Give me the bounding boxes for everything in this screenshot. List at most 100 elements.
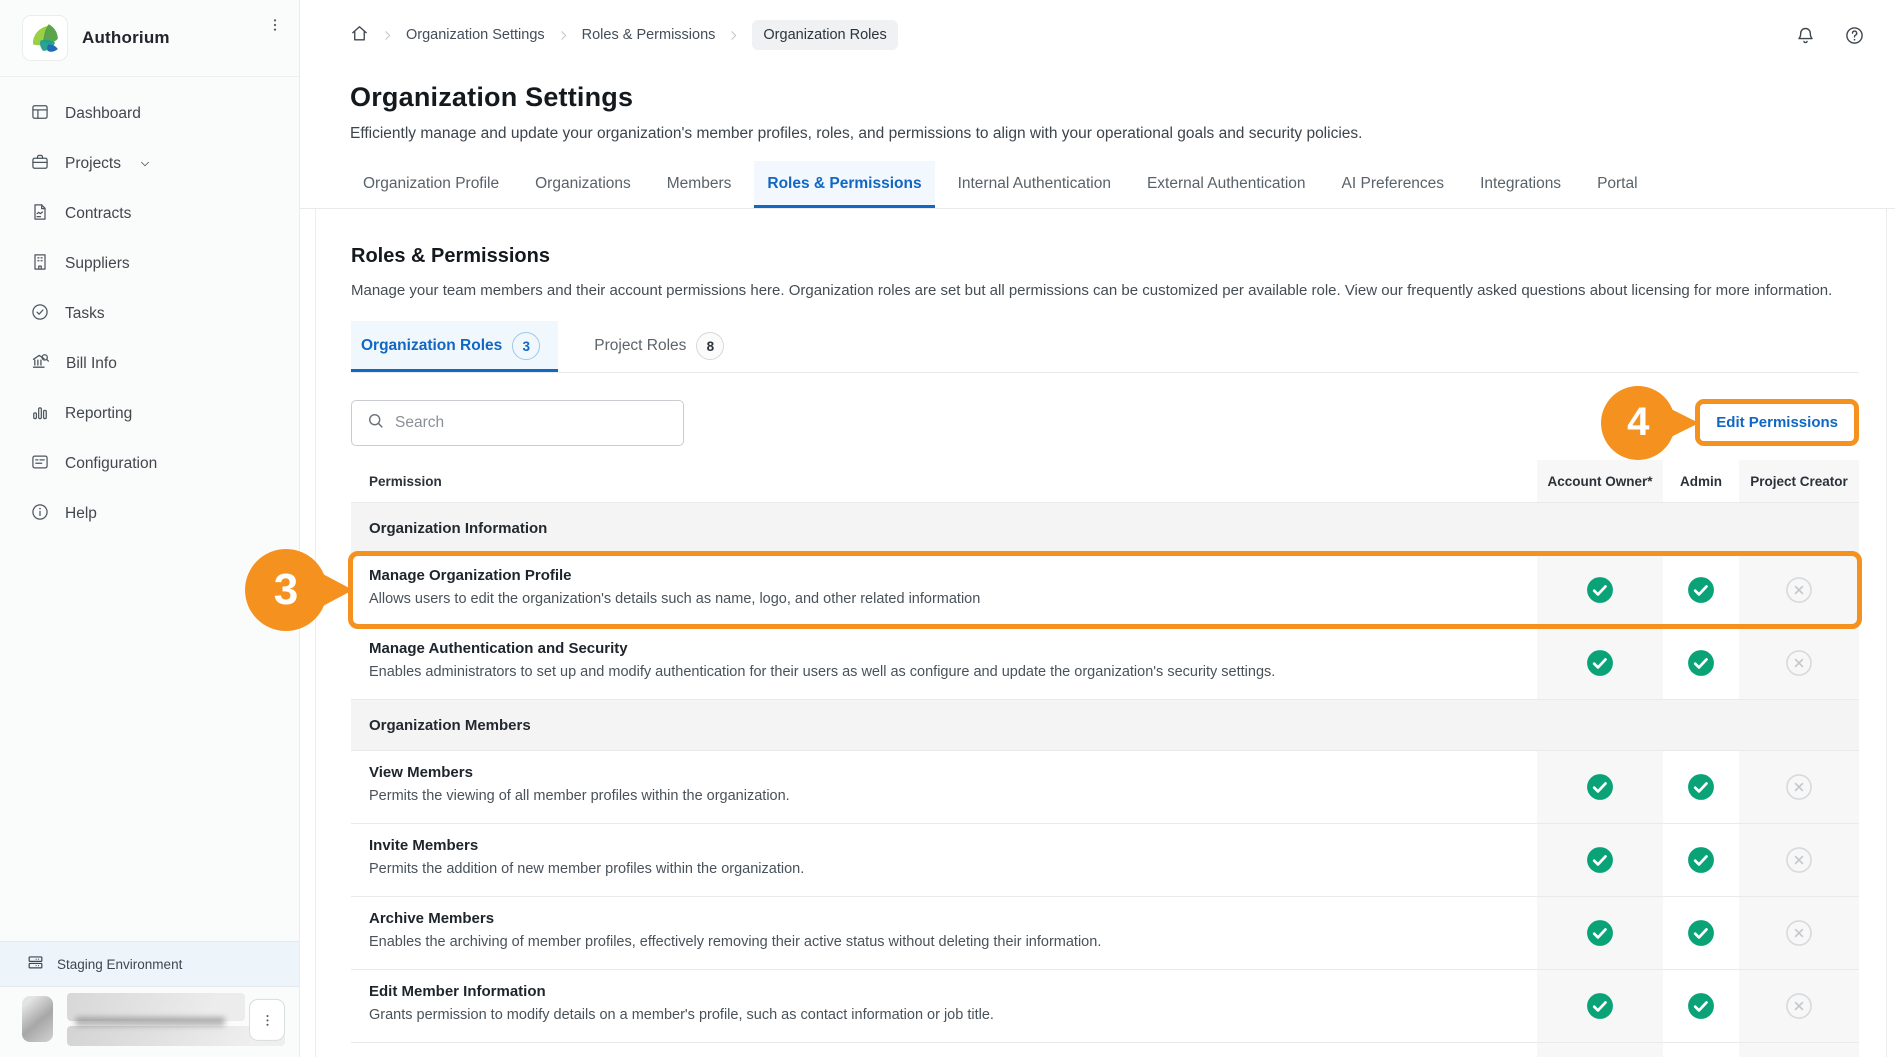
staging-environment-banner: Staging Environment — [0, 941, 299, 987]
topbar: Organization Settings Roles & Permission… — [300, 0, 1895, 70]
sidebar-item-contracts[interactable]: Contracts — [0, 189, 299, 239]
granted-check-icon — [1663, 897, 1739, 969]
server-icon — [26, 953, 45, 975]
sidebar: Authorium DashboardProjectsContractsSupp… — [0, 0, 300, 1057]
permission-title: Archive Members — [369, 910, 1519, 927]
breadcrumb-organization-settings[interactable]: Organization Settings — [406, 27, 545, 43]
permission-title: Manage Organization Profile — [369, 567, 1519, 584]
granted-check-icon — [1537, 897, 1663, 969]
column-header-account-owner-: Account Owner* — [1537, 460, 1663, 502]
sidebar-menu-kebab-icon[interactable] — [263, 14, 287, 39]
tab-ai-preferences[interactable]: AI Preferences — [1329, 161, 1458, 208]
search-input[interactable] — [395, 414, 669, 432]
sidebar-item-label: Bill Info — [66, 355, 117, 373]
partially-visible-row — [351, 1043, 1859, 1057]
table-toolbar: 4 Edit Permissions — [351, 399, 1859, 446]
tab-external-authentication[interactable]: External Authentication — [1134, 161, 1319, 208]
granted-check-icon — [1663, 554, 1739, 626]
annotation-step-3: 3 — [245, 549, 327, 631]
edit-permissions-button[interactable]: Edit Permissions — [1700, 404, 1854, 441]
chevron-right-icon — [727, 29, 740, 42]
tab-portal[interactable]: Portal — [1584, 161, 1651, 208]
roles-subtabs: Organization Roles 3 Project Roles 8 — [351, 321, 1859, 373]
tasks-icon — [30, 302, 50, 327]
help-circle-icon[interactable] — [1844, 25, 1865, 46]
permission-title: Edit Member Information — [369, 983, 1519, 1000]
sidebar-item-label: Help — [65, 505, 97, 523]
permission-description: Permits the addition of new member profi… — [369, 861, 1519, 877]
configuration-icon — [30, 452, 50, 477]
sidebar-item-projects[interactable]: Projects — [0, 139, 299, 189]
sidebar-item-label: Projects — [65, 155, 121, 173]
user-menu-kebab-icon[interactable] — [249, 999, 285, 1041]
dashboard-icon — [30, 102, 50, 127]
chevron-down-icon — [138, 157, 152, 171]
sidebar-item-suppliers[interactable]: Suppliers — [0, 239, 299, 289]
home-icon[interactable] — [350, 24, 369, 47]
permission-title: View Members — [369, 764, 1519, 781]
denied-x-icon — [1739, 897, 1859, 969]
project-roles-count-badge: 8 — [696, 332, 724, 360]
sidebar-item-label: Contracts — [65, 205, 131, 223]
settings-tabs: Organization ProfileOrganizationsMembers… — [300, 161, 1895, 209]
tab-organization-profile[interactable]: Organization Profile — [350, 161, 512, 208]
sidebar-item-configuration[interactable]: Configuration — [0, 439, 299, 489]
group-header-row: Organization Members — [351, 700, 1859, 751]
sidebar-item-bill-info[interactable]: Bill Info — [0, 339, 299, 389]
bell-icon[interactable] — [1795, 25, 1816, 46]
search-box[interactable] — [351, 400, 684, 446]
breadcrumb-roles-permissions[interactable]: Roles & Permissions — [582, 27, 716, 43]
bill-info-icon — [30, 351, 51, 377]
permission-row-archive-members: Archive MembersEnables the archiving of … — [351, 897, 1859, 970]
tab-roles-permissions[interactable]: Roles & Permissions — [754, 161, 934, 208]
denied-x-icon — [1739, 970, 1859, 1042]
tab-integrations[interactable]: Integrations — [1467, 161, 1574, 208]
contracts-icon — [30, 202, 50, 227]
sidebar-item-label: Dashboard — [65, 105, 141, 123]
sidebar-item-help[interactable]: Help — [0, 489, 299, 539]
tab-internal-authentication[interactable]: Internal Authentication — [945, 161, 1124, 208]
breadcrumb-organization-roles: Organization Roles — [752, 20, 897, 50]
tab-organizations[interactable]: Organizations — [522, 161, 644, 208]
permission-description: Permits the viewing of all member profil… — [369, 788, 1519, 804]
tab-project-roles[interactable]: Project Roles 8 — [584, 321, 742, 372]
section-description: Manage your team members and their accou… — [351, 282, 1859, 299]
granted-check-icon — [1663, 627, 1739, 699]
annotation-step-4: 4 — [1601, 386, 1675, 460]
granted-check-icon — [1663, 751, 1739, 823]
denied-x-icon — [1739, 627, 1859, 699]
sidebar-item-label: Reporting — [65, 405, 132, 423]
group-label: Organization Members — [351, 700, 1859, 750]
permission-row-manage-authentication-and-security: Manage Authentication and Security Enable… — [351, 627, 1859, 700]
permission-row-view-members: View Members Permits the viewing of all m… — [351, 751, 1859, 824]
permission-description: Grants permission to modify details on a… — [369, 1007, 1519, 1023]
page-subtitle: Efficiently manage and update your organ… — [350, 125, 1845, 143]
suppliers-icon — [30, 252, 50, 277]
authorium-logo-icon — [22, 15, 68, 61]
sidebar-item-tasks[interactable]: Tasks — [0, 289, 299, 339]
sidebar-item-label: Configuration — [65, 455, 157, 473]
permission-title: Manage Authentication and Security — [369, 640, 1519, 657]
user-account-row[interactable] — [0, 987, 299, 1057]
permissions-table: PermissionAccount Owner*AdminProject Cre… — [351, 460, 1859, 1057]
table-header-row: PermissionAccount Owner*AdminProject Cre… — [351, 460, 1859, 503]
sidebar-item-dashboard[interactable]: Dashboard — [0, 89, 299, 139]
permission-row-manage-organization-profile: Manage Organization Profile Allows users … — [351, 554, 1859, 627]
tab-members[interactable]: Members — [654, 161, 745, 208]
granted-check-icon — [1537, 970, 1663, 1042]
avatar — [22, 996, 53, 1042]
chevron-right-icon — [381, 29, 394, 42]
granted-check-icon — [1537, 627, 1663, 699]
organization-roles-count-badge: 3 — [512, 332, 540, 360]
column-header-admin: Admin — [1663, 460, 1739, 502]
tab-organization-roles[interactable]: Organization Roles 3 — [351, 321, 558, 372]
chevron-right-icon — [557, 29, 570, 42]
reporting-icon — [30, 402, 50, 427]
permission-description: Allows users to edit the organization's … — [369, 591, 1519, 607]
denied-x-icon — [1739, 824, 1859, 896]
permission-description: Enables administrators to set up and mod… — [369, 664, 1519, 680]
sidebar-item-reporting[interactable]: Reporting — [0, 389, 299, 439]
main-content: Organization Settings Roles & Permission… — [300, 0, 1895, 1057]
sidebar-item-label: Suppliers — [65, 255, 130, 273]
column-header-project-creator: Project Creator — [1739, 460, 1859, 502]
